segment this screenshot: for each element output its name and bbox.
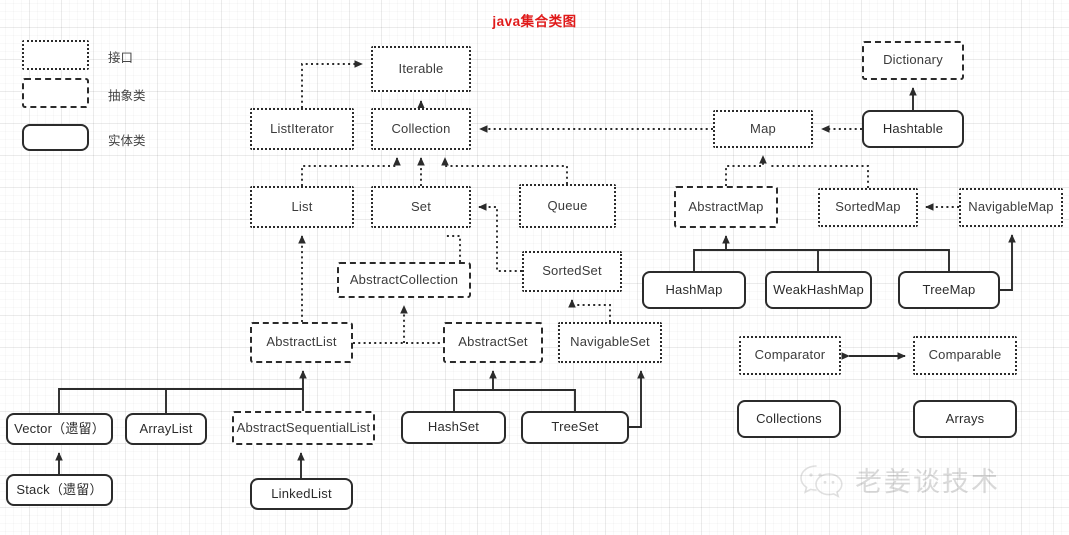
node-abstractmap[interactable]: AbstractMap (674, 186, 778, 228)
edge-queue-collection (441, 157, 568, 184)
node-sortedset[interactable]: SortedSet (522, 251, 622, 292)
legend-label-interface: 接口 (108, 51, 134, 65)
page-title-text: java集合类图 (492, 14, 577, 29)
watermark-text: 老姜谈技术 (855, 467, 1000, 497)
page-title: java集合类图 (0, 10, 1069, 30)
wechat-icon (800, 464, 843, 498)
node-arrays[interactable]: Arrays (913, 400, 1017, 438)
edge-list-impl-bus (58, 370, 307, 413)
legend-swatch-interface (22, 40, 89, 70)
node-hashtable[interactable]: Hashtable (862, 110, 964, 148)
legend-swatch-concrete (22, 124, 89, 151)
edge-sortedmap-map (770, 165, 869, 188)
diagram-canvas: java集合类图 接口 抽象类 实体类 Iterable ListIterato… (0, 0, 1069, 535)
node-linkedlist[interactable]: LinkedList (250, 478, 353, 510)
node-weakhashmap[interactable]: WeakHashMap (765, 271, 872, 309)
node-sortedmap[interactable]: SortedMap (818, 188, 918, 227)
legend-label-abstract: 抽象类 (108, 89, 146, 103)
node-collection[interactable]: Collection (371, 108, 471, 150)
edge-abstractmap-map (725, 155, 767, 186)
edge-treeset-navigableset (629, 370, 645, 428)
edge-map-impl-bus (693, 249, 950, 271)
edge-listiterator-iterable (301, 60, 363, 108)
node-treeset[interactable]: TreeSet (521, 411, 629, 444)
edge-treemap-navigablemap (1000, 234, 1016, 291)
node-set[interactable]: Set (371, 186, 471, 228)
node-map[interactable]: Map (713, 110, 813, 148)
node-abstractsequentiallist[interactable]: AbstractSequentialList (232, 411, 375, 445)
node-comparator[interactable]: Comparator (739, 336, 841, 375)
watermark: 老姜谈技术 (800, 460, 1000, 499)
node-abstractlist[interactable]: AbstractList (250, 322, 353, 363)
node-comparable[interactable]: Comparable (913, 336, 1017, 375)
legend-swatch-abstract (22, 78, 89, 108)
edge-set-impl-bus (453, 389, 576, 411)
node-treemap[interactable]: TreeMap (898, 271, 1000, 309)
node-hashmap[interactable]: HashMap (642, 271, 746, 309)
edge-abstractcollection-up (445, 235, 461, 262)
node-navigablemap[interactable]: NavigableMap (959, 188, 1063, 227)
edge-list-collection (301, 157, 401, 186)
node-hashset[interactable]: HashSet (401, 411, 506, 444)
node-stack[interactable]: Stack（遗留） (6, 474, 113, 506)
edge-navigableset-sortedset (568, 299, 611, 322)
node-vector[interactable]: Vector（遗留） (6, 413, 113, 445)
node-list[interactable]: List (250, 186, 354, 228)
node-abstractset[interactable]: AbstractSet (443, 322, 543, 363)
node-navigableset[interactable]: NavigableSet (558, 322, 662, 363)
legend-label-concrete: 实体类 (108, 134, 146, 148)
node-queue[interactable]: Queue (519, 184, 616, 228)
node-iterable[interactable]: Iterable (371, 46, 471, 92)
node-dictionary[interactable]: Dictionary (862, 41, 964, 80)
node-listiterator[interactable]: ListIterator (250, 108, 354, 150)
node-collections[interactable]: Collections (737, 400, 841, 438)
node-abstractcollection[interactable]: AbstractCollection (337, 262, 471, 298)
node-arraylist[interactable]: ArrayList (125, 413, 207, 445)
edge-sortedset-set (478, 203, 522, 272)
